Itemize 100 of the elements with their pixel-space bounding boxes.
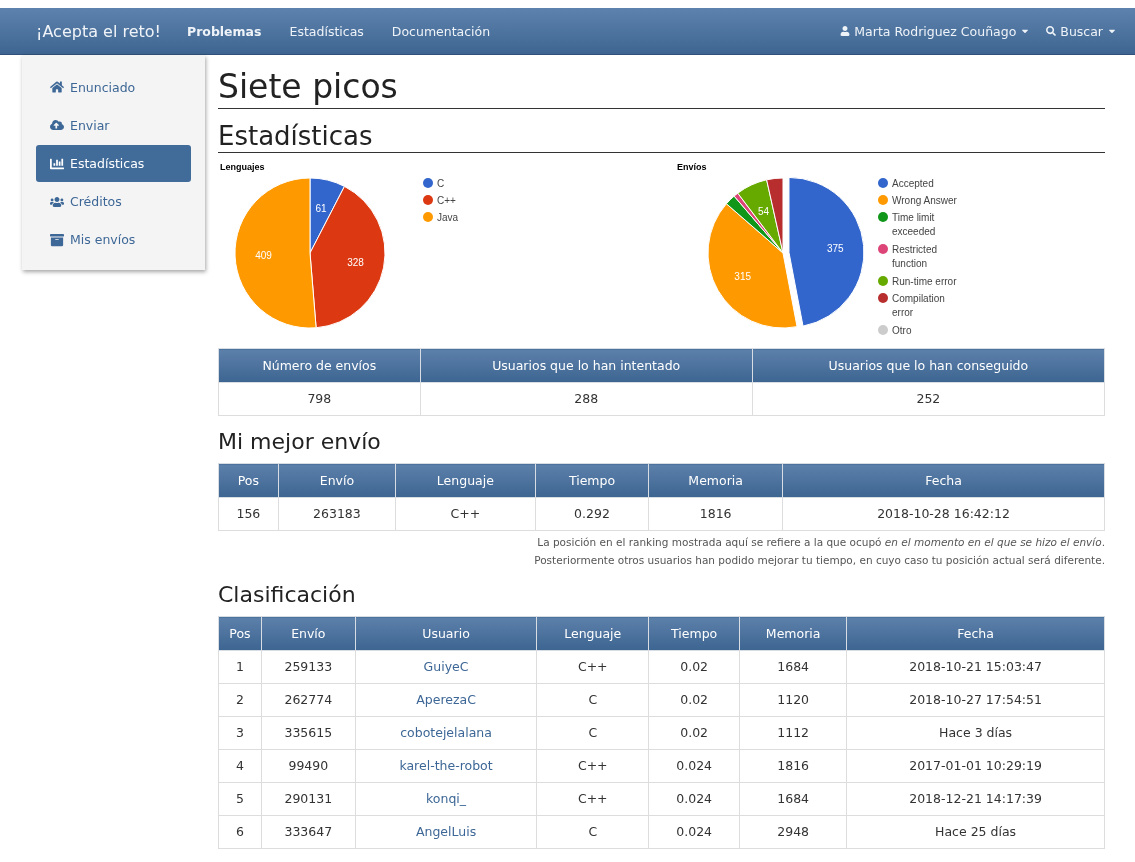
table-cell: 4	[218, 749, 262, 783]
legend-label: Otro	[892, 325, 912, 336]
table-cell: 2018-12-21 14:17:39	[846, 782, 1105, 816]
table-cell: 0.292	[535, 497, 649, 531]
sidebar-item[interactable]: Mis envíos	[36, 221, 191, 258]
table-cell: 1120	[739, 683, 847, 717]
home-icon	[50, 80, 64, 95]
table-cell: 252	[752, 382, 1105, 416]
table-cell: 99490	[261, 749, 356, 783]
table-cell: C	[536, 683, 649, 717]
table-cell: 259133	[261, 650, 356, 684]
table-cell: 1112	[739, 716, 847, 750]
column-header: Memoria	[648, 463, 783, 498]
brand-link[interactable]: ¡Acepta el reto!	[36, 21, 161, 41]
table-cell: C++	[395, 497, 536, 531]
user-link[interactable]: AngelLuis	[415, 824, 477, 839]
user-link[interactable]: AperezaC	[416, 692, 476, 707]
table-cell: C	[536, 815, 649, 849]
section-heading: Mi mejor envío	[218, 428, 382, 456]
column-header: Número de envíos	[218, 348, 421, 383]
column-header: Envío	[261, 616, 356, 651]
legend-label: Run-time error	[892, 276, 958, 287]
table-cell: 290131	[261, 782, 356, 816]
user-icon	[840, 26, 851, 36]
chart-title: Envíos	[677, 162, 707, 172]
legend-label: Compilation error	[892, 293, 945, 318]
sidebar-item[interactable]: Enviar	[36, 107, 191, 144]
column-header: Tiempo	[648, 616, 740, 651]
slice-label: 409	[255, 249, 272, 261]
table-cell: C++	[536, 749, 649, 783]
table-cell: C++	[536, 650, 649, 684]
column-header: Usuario	[355, 616, 537, 651]
table-cell: 0.02	[648, 650, 740, 684]
footnote: La posición en el ranking mostrada aquí se refiere a la que ocupó en el momento en el que se hizo el envío.	[536, 535, 1105, 549]
legend-label: Time limit exceeded	[892, 212, 936, 237]
table-cell: 1684	[739, 782, 847, 816]
table-cell: 0.024	[648, 782, 740, 816]
table-cell: 333647	[261, 815, 356, 849]
table-cell: C	[536, 716, 649, 750]
table-cell: 0.02	[648, 716, 740, 750]
sidebar-item[interactable]: Estadísticas	[36, 145, 191, 182]
table-cell: 6	[218, 815, 262, 849]
column-header: Pos	[218, 616, 262, 651]
table-cell: 156	[218, 497, 279, 531]
table-cell: 1816	[648, 497, 783, 531]
user-link[interactable]: konqi_	[426, 791, 467, 806]
cloud-upload-icon	[50, 118, 64, 133]
sidebar-item[interactable]: Enunciado	[36, 69, 191, 106]
table-cell: 0.024	[648, 815, 740, 849]
slice-label: 328	[347, 257, 364, 269]
users-icon	[50, 194, 64, 209]
column-header: Pos	[218, 463, 279, 498]
user-menu[interactable]: Marta Rodriguez Couñago	[840, 23, 1031, 39]
slice-label: 375	[826, 243, 844, 255]
column-header: Envío	[278, 463, 396, 498]
table-cell: 1816	[739, 749, 847, 783]
footnote: Posteriormente otros usuarios han podido mejorar tu tiempo, en cuyo caso tu posición actual será diferente.	[533, 553, 1105, 567]
table-cell: 2948	[739, 815, 847, 849]
table-cell: Hace 25 días	[846, 815, 1105, 849]
bar-chart-icon	[50, 156, 64, 171]
column-header: Memoria	[739, 616, 847, 651]
sidebar-item[interactable]: Créditos	[36, 183, 191, 220]
legend-label: C	[437, 178, 445, 189]
slice-label: 61	[315, 202, 327, 214]
table-cell: 5	[218, 782, 262, 816]
archive-icon	[50, 232, 64, 247]
column-header: Fecha	[846, 616, 1105, 651]
legend-label: Restricted function	[892, 244, 938, 269]
table-cell: 2	[218, 683, 262, 717]
section-heading: Clasificación	[218, 581, 357, 609]
slice-label: 315	[734, 271, 751, 283]
table-cell: 262774	[261, 683, 356, 717]
table-cell: C++	[536, 782, 649, 816]
nav-link[interactable]: Documentación	[391, 23, 491, 39]
legend-label: Wrong Answer	[892, 195, 958, 206]
table-cell: Hace 3 días	[846, 716, 1105, 750]
chart-legend	[423, 178, 459, 223]
table-cell: 1684	[739, 650, 847, 684]
legend-label: C++	[437, 195, 457, 206]
column-header: Usuarios que lo han intentado	[420, 348, 753, 383]
user-link[interactable]: GuiyeC	[423, 659, 469, 674]
legend-label: Accepted	[892, 178, 934, 189]
search-menu[interactable]: Buscar	[1046, 23, 1117, 39]
table-cell: 1	[218, 650, 262, 684]
table-cell: 335615	[261, 716, 356, 750]
table-cell: 798	[218, 382, 421, 416]
column-header: Fecha	[782, 463, 1105, 498]
column-header: Usuarios que lo han conseguido	[752, 348, 1105, 383]
nav-link[interactable]: Problemas	[186, 23, 262, 39]
nav-link[interactable]: Estadísticas	[289, 23, 364, 39]
table-cell: 2018-10-28 16:42:12	[782, 497, 1105, 531]
table-cell: 2018-10-27 17:54:51	[846, 683, 1105, 717]
table-cell: 0.024	[648, 749, 740, 783]
slice-label: 54	[757, 205, 770, 217]
search-icon	[1046, 26, 1057, 36]
column-header: Tiempo	[535, 463, 649, 498]
table-cell: 2018-10-21 15:03:47	[846, 650, 1105, 684]
table-cell: 2017-01-01 10:29:19	[846, 749, 1105, 783]
table-cell: 263183	[278, 497, 396, 531]
page-title: Siete picos	[218, 67, 1105, 109]
